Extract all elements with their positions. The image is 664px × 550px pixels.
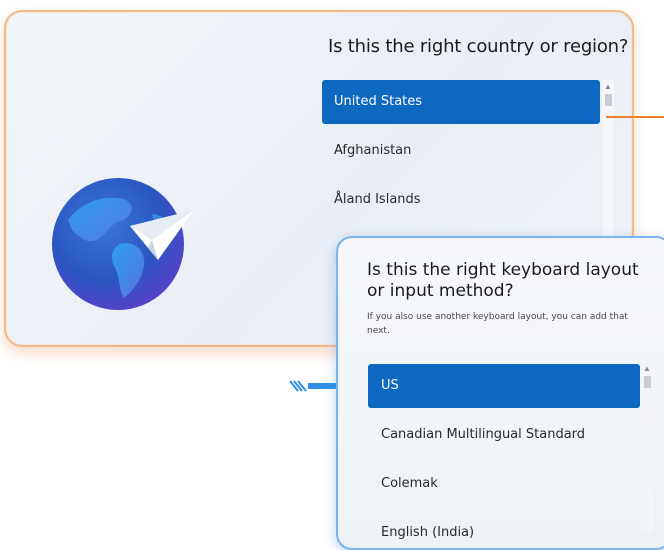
keyboard-layout-card: Is this the right keyboard layout or inp… [336,236,664,550]
keyboard-page-subtitle: If you also use another keyboard layout,… [367,312,628,336]
scroll-up-arrow-icon[interactable]: ▲ [641,364,653,374]
keyboard-list: US Canadian Multilingual Standard Colema… [368,364,640,548]
keyboard-page-title: Is this the right keyboard layout or inp… [367,260,639,301]
keyboard-item-english-india[interactable]: English (India) [368,511,640,548]
keyboard-item-colemak[interactable]: Colemak [368,462,640,506]
country-item-aland-islands[interactable]: Åland Islands [322,178,600,222]
orange-arrow-line [606,116,664,118]
country-item-afghanistan[interactable]: Afghanistan [322,129,600,173]
keyboard-scrollbar[interactable]: ▲ [640,362,654,533]
keyboard-scroll-thumb[interactable] [644,376,651,388]
keyboard-item-us[interactable]: US [368,364,640,408]
country-item-united-states[interactable]: United States [322,80,600,124]
keyboard-item-canadian-multilingual[interactable]: Canadian Multilingual Standard [368,413,640,457]
country-scroll-thumb[interactable] [605,94,612,106]
country-page-title: Is this the right country or region? [328,36,629,57]
globe-icon-illustration [48,170,198,310]
scroll-up-arrow-icon[interactable]: ▲ [602,82,614,92]
globe-icon [52,178,194,310]
